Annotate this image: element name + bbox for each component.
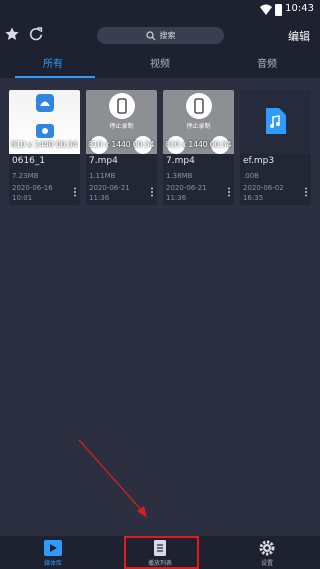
media-date: 2020-06-02 16:35	[243, 184, 284, 202]
cloud-icon	[36, 124, 54, 138]
star-icon[interactable]	[4, 26, 20, 42]
media-date: 2020-06-21 11:36	[166, 184, 207, 202]
media-size: 1.11MB	[89, 172, 116, 180]
tab-audio[interactable]: 音频	[214, 52, 320, 78]
battery-icon	[275, 4, 282, 16]
video-duration: 810 x 1440 00:34	[11, 140, 78, 149]
annotation-highlight-box	[124, 536, 199, 569]
nav-media-library[interactable]: 媒体库	[0, 536, 106, 569]
media-size: .00B	[243, 172, 259, 180]
more-options-icon[interactable]	[73, 187, 77, 197]
media-card[interactable]: 停止录制 810 x 1440 00:34 7.mp4 1.11MB 2020-…	[86, 90, 157, 205]
audio-file-icon	[266, 108, 286, 134]
phone-icon	[117, 98, 127, 114]
nav-label: 设置	[260, 560, 273, 567]
tab-active-indicator	[15, 76, 95, 78]
refresh-icon[interactable]	[28, 26, 44, 42]
media-name: 7.mp4	[89, 156, 118, 166]
media-tabs: 所有 视频 音频	[0, 52, 320, 78]
nav-label: 媒体库	[43, 560, 62, 567]
media-size: 1.38MB	[166, 172, 193, 180]
more-options-icon[interactable]	[304, 187, 308, 197]
stop-recording-label: 停止录制	[109, 123, 134, 130]
video-duration: 810 x 1440 00:34	[88, 140, 155, 149]
video-duration: 810 x 1440 00:34	[165, 140, 232, 149]
more-options-icon[interactable]	[227, 187, 231, 197]
video-thumbnail: 停止录制 810 x 1440 00:34	[163, 90, 234, 154]
phone-icon	[194, 98, 204, 114]
search-input[interactable]: 搜索	[97, 27, 224, 44]
media-library-icon	[44, 540, 62, 556]
media-name: 0616_1	[12, 156, 46, 166]
tab-all[interactable]: 所有	[0, 52, 106, 78]
nav-settings[interactable]: 设置	[214, 536, 320, 569]
media-size: 7.23MB	[12, 172, 39, 180]
search-placeholder: 搜索	[159, 31, 176, 40]
edit-button[interactable]: 编辑	[288, 28, 310, 44]
media-date: 2020-06-21 11:36	[89, 184, 130, 202]
media-name: 7.mp4	[166, 156, 195, 166]
video-thumbnail: 停止录制 810 x 1440 00:34	[86, 90, 157, 154]
gear-icon	[259, 540, 275, 556]
media-card[interactable]: ef.mp3 .00B 2020-06-02 16:35	[240, 90, 311, 205]
search-icon	[145, 30, 155, 40]
tab-video[interactable]: 视频	[107, 52, 213, 78]
app-logo-icon	[36, 94, 54, 112]
audio-thumbnail	[240, 90, 311, 154]
record-button-thumbnail	[186, 93, 212, 119]
media-date: 2020-06-16 10:01	[12, 184, 53, 202]
record-button-thumbnail	[109, 93, 135, 119]
video-thumbnail: 810 x 1440 00:34	[9, 90, 80, 154]
media-card[interactable]: 810 x 1440 00:34 0616_1 7.23MB 2020-06-1…	[9, 90, 80, 205]
annotation-arrow	[78, 439, 147, 518]
wifi-icon	[260, 4, 272, 15]
status-bar: 10:43	[0, 0, 320, 20]
more-options-icon[interactable]	[150, 187, 154, 197]
status-time: 10:43	[285, 3, 314, 14]
media-card[interactable]: 停止录制 810 x 1440 00:34 7.mp4 1.38MB 2020-…	[163, 90, 234, 205]
stop-recording-label: 停止录制	[186, 123, 211, 130]
top-toolbar: 搜索 编辑	[0, 20, 320, 52]
media-name: ef.mp3	[243, 156, 275, 166]
